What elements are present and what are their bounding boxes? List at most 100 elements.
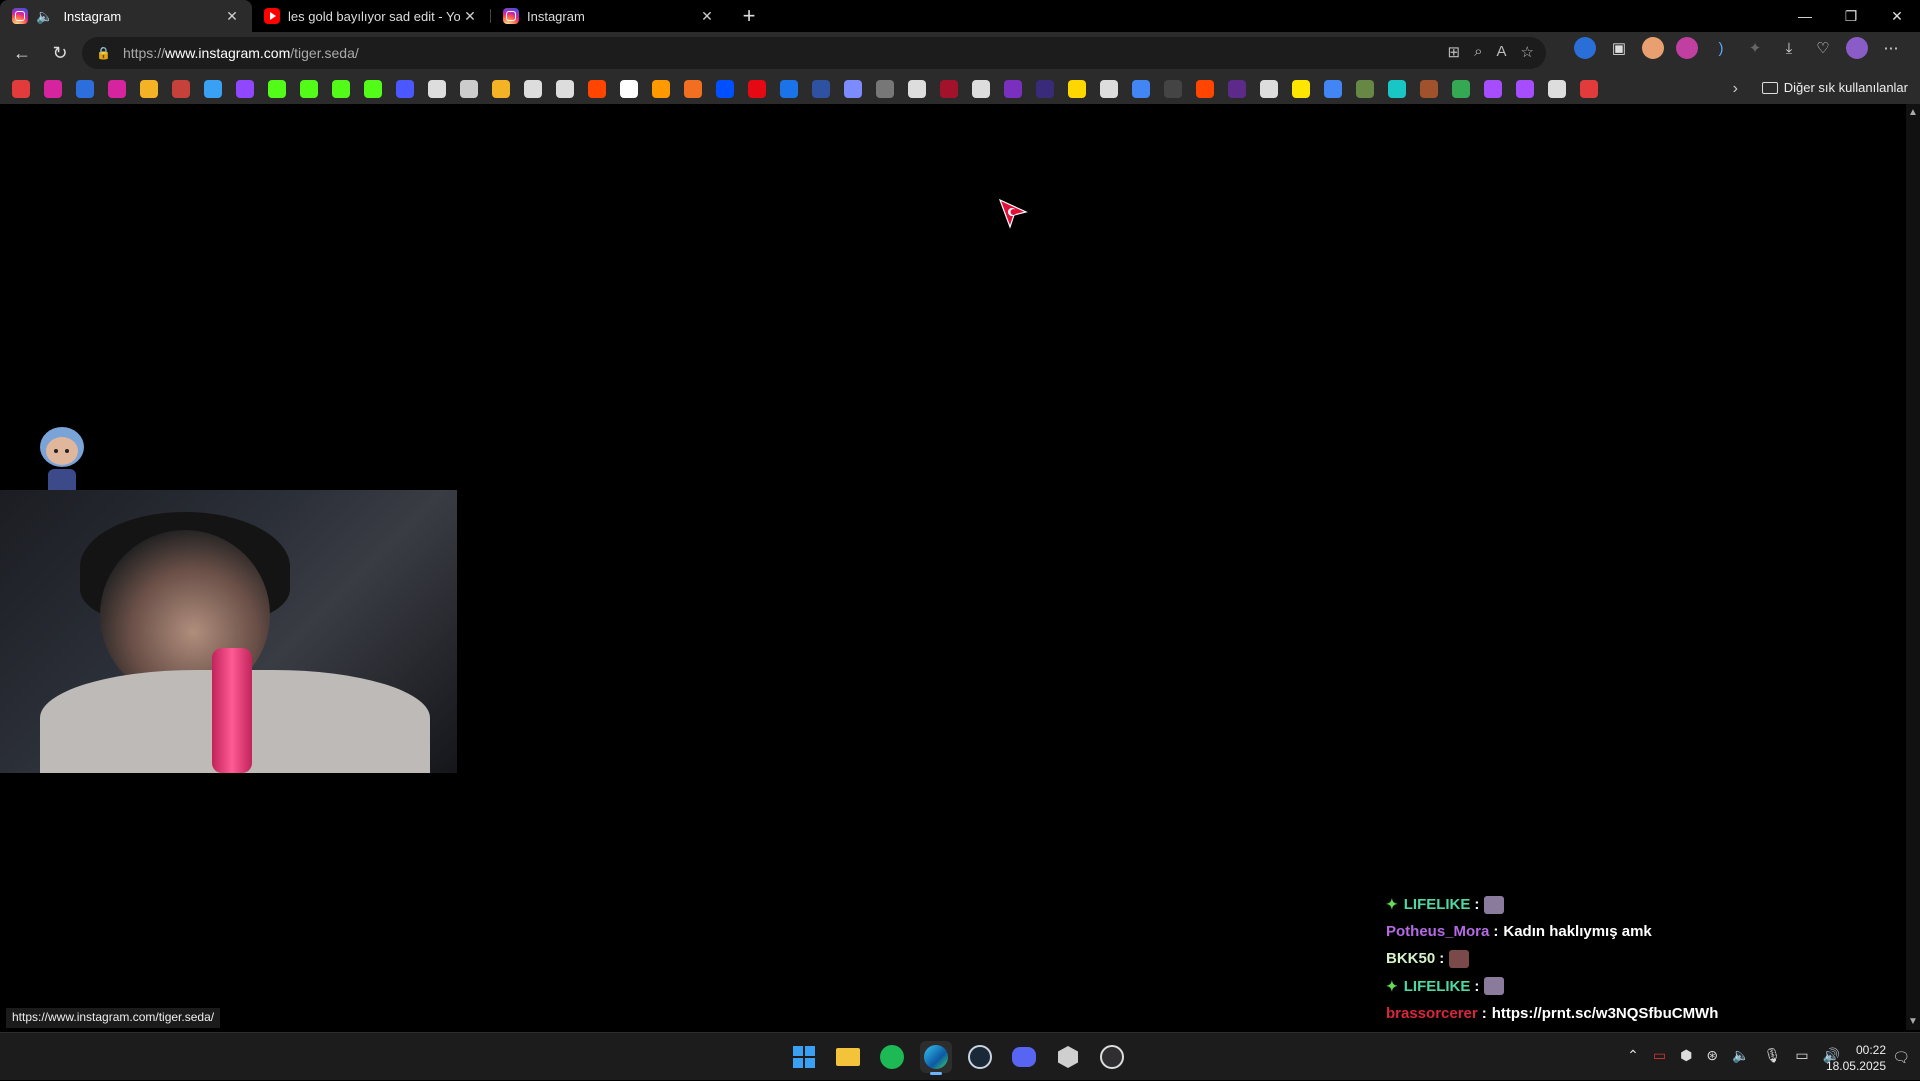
more-menu-icon[interactable]: ⋯ bbox=[1880, 37, 1902, 59]
tray-app-icon[interactable]: ⬢ bbox=[1680, 1047, 1692, 1064]
steam-button[interactable] bbox=[964, 1041, 996, 1073]
tray-app-icon[interactable]: ▭ bbox=[1653, 1047, 1666, 1064]
discord-button[interactable] bbox=[1008, 1041, 1040, 1073]
bookmark-icon[interactable] bbox=[780, 80, 798, 98]
edge-button[interactable] bbox=[920, 1041, 952, 1075]
bookmark-icon[interactable] bbox=[428, 80, 446, 98]
bookmark-icon[interactable] bbox=[1100, 80, 1118, 98]
extension-icon[interactable] bbox=[1676, 37, 1698, 59]
bookmark-icon[interactable] bbox=[1260, 80, 1278, 98]
bookmark-icon[interactable] bbox=[1228, 80, 1246, 98]
bookmark-icon[interactable] bbox=[236, 80, 254, 98]
notification-icon[interactable]: 🗨 bbox=[1892, 1049, 1910, 1066]
bookmark-icon[interactable] bbox=[44, 80, 62, 98]
speaker-icon[interactable]: 🔈 bbox=[1732, 1047, 1749, 1064]
close-tab-icon[interactable]: ✕ bbox=[460, 8, 480, 25]
bookmark-icon[interactable] bbox=[492, 80, 510, 98]
bookmark-icon[interactable] bbox=[556, 80, 574, 98]
bookmark-icon[interactable] bbox=[1484, 80, 1502, 98]
refresh-button[interactable]: ↻ bbox=[44, 37, 76, 69]
bookmark-icon[interactable] bbox=[716, 80, 734, 98]
bookmark-icon[interactable] bbox=[332, 80, 350, 98]
minimize-button[interactable]: — bbox=[1782, 0, 1828, 32]
chevron-right-icon[interactable]: › bbox=[1733, 80, 1738, 98]
bookmark-icon[interactable] bbox=[1036, 80, 1054, 98]
bookmark-icon[interactable] bbox=[812, 80, 830, 98]
bookmark-icon[interactable] bbox=[1292, 80, 1310, 98]
bookmark-icon[interactable] bbox=[140, 80, 158, 98]
bookmark-icon[interactable] bbox=[1388, 80, 1406, 98]
bookmark-icon[interactable] bbox=[908, 80, 926, 98]
speaker-icon[interactable]: 🔈 bbox=[36, 8, 53, 25]
restore-button[interactable]: ❐ bbox=[1828, 0, 1874, 32]
extension-icon[interactable] bbox=[1574, 37, 1596, 59]
bookmark-icon[interactable] bbox=[300, 80, 318, 98]
bookmark-icon[interactable] bbox=[1548, 80, 1566, 98]
bookmark-icon[interactable] bbox=[108, 80, 126, 98]
bookmark-icon[interactable] bbox=[652, 80, 670, 98]
chevron-up-icon[interactable]: ⌃ bbox=[1627, 1047, 1639, 1064]
workspaces-icon[interactable]: ▣ bbox=[1608, 37, 1630, 59]
bookmark-icon[interactable] bbox=[12, 80, 30, 98]
bookmark-icon[interactable] bbox=[620, 80, 638, 98]
bookmark-icon[interactable] bbox=[1452, 80, 1470, 98]
app-button[interactable] bbox=[1052, 1041, 1084, 1073]
bookmark-icon[interactable] bbox=[1324, 80, 1342, 98]
bookmark-icon[interactable] bbox=[748, 80, 766, 98]
bookmark-icon[interactable] bbox=[396, 80, 414, 98]
bookmark-icon[interactable] bbox=[972, 80, 990, 98]
bookmark-icon[interactable] bbox=[1580, 80, 1598, 98]
bookmark-icon[interactable] bbox=[876, 80, 894, 98]
extension-icon[interactable]: ✦ bbox=[1744, 37, 1766, 59]
bookmark-icon[interactable] bbox=[588, 80, 606, 98]
bookmark-icon[interactable] bbox=[684, 80, 702, 98]
close-tab-icon[interactable]: ✕ bbox=[697, 8, 717, 25]
tab-instagram[interactable]: Instagram ✕ bbox=[491, 0, 727, 32]
bookmark-icon[interactable] bbox=[1516, 80, 1534, 98]
profile-avatar-icon[interactable] bbox=[1846, 37, 1868, 59]
bookmark-icon[interactable] bbox=[364, 80, 382, 98]
zoom-icon[interactable]: ⌕ bbox=[1474, 43, 1482, 61]
steam-tray-icon[interactable]: ⊛ bbox=[1706, 1047, 1718, 1064]
bookmark-icon[interactable] bbox=[1164, 80, 1182, 98]
new-tab-button[interactable]: + bbox=[733, 0, 765, 32]
bookmark-icon[interactable] bbox=[172, 80, 190, 98]
lock-icon[interactable]: 🔒 bbox=[96, 46, 111, 60]
bookmark-icon[interactable] bbox=[204, 80, 222, 98]
tab-youtube[interactable]: les gold bayılıyor sad edit - YouTube ✕ bbox=[252, 0, 490, 32]
bookmark-icon[interactable] bbox=[1420, 80, 1438, 98]
clock[interactable]: 00:22 18.05.2025 bbox=[1826, 1042, 1886, 1074]
file-explorer-button[interactable] bbox=[832, 1041, 864, 1073]
back-button[interactable]: ← bbox=[6, 37, 38, 69]
other-favorites-folder[interactable]: Diğer sık kullanılanlar bbox=[1761, 80, 1908, 95]
address-bar[interactable]: 🔒 https://www.instagram.com/tiger.seda/ … bbox=[82, 37, 1546, 69]
bookmark-icon[interactable] bbox=[1196, 80, 1214, 98]
obs-button[interactable] bbox=[1096, 1041, 1128, 1073]
close-tab-icon[interactable]: ✕ bbox=[222, 8, 242, 25]
extension-icon[interactable] bbox=[1642, 37, 1664, 59]
scrollbar[interactable]: ▲ ▼ bbox=[1906, 104, 1920, 1030]
scroll-up-icon[interactable]: ▲ bbox=[1908, 107, 1918, 118]
favorite-star-icon[interactable]: ☆ bbox=[1521, 43, 1534, 61]
scroll-down-icon[interactable]: ▼ bbox=[1908, 1016, 1918, 1027]
bookmark-icon[interactable] bbox=[1004, 80, 1022, 98]
tab-instagram-active[interactable]: 🔈 Instagram ✕ bbox=[0, 0, 252, 32]
bookmark-icon[interactable] bbox=[460, 80, 478, 98]
microphone-icon[interactable]: 🎙 bbox=[1764, 1047, 1782, 1064]
bookmark-icon[interactable] bbox=[844, 80, 862, 98]
bookmark-icon[interactable] bbox=[1068, 80, 1086, 98]
extension-icon[interactable]: ) bbox=[1710, 37, 1732, 59]
bookmark-icon[interactable] bbox=[268, 80, 286, 98]
bookmark-icon[interactable] bbox=[1132, 80, 1150, 98]
app-available-icon[interactable]: ⊞ bbox=[1448, 43, 1461, 61]
read-aloud-icon[interactable]: A bbox=[1497, 43, 1507, 61]
bookmark-icon[interactable] bbox=[1356, 80, 1374, 98]
browser-essentials-icon[interactable]: ♡ bbox=[1812, 37, 1834, 59]
bookmark-icon[interactable] bbox=[76, 80, 94, 98]
start-button[interactable] bbox=[788, 1041, 820, 1073]
bookmark-icon[interactable] bbox=[940, 80, 958, 98]
downloads-icon[interactable]: ⤓ bbox=[1778, 37, 1800, 59]
network-icon[interactable]: ▭ bbox=[1795, 1047, 1808, 1064]
close-window-button[interactable]: ✕ bbox=[1874, 0, 1920, 32]
bookmark-icon[interactable] bbox=[524, 80, 542, 98]
